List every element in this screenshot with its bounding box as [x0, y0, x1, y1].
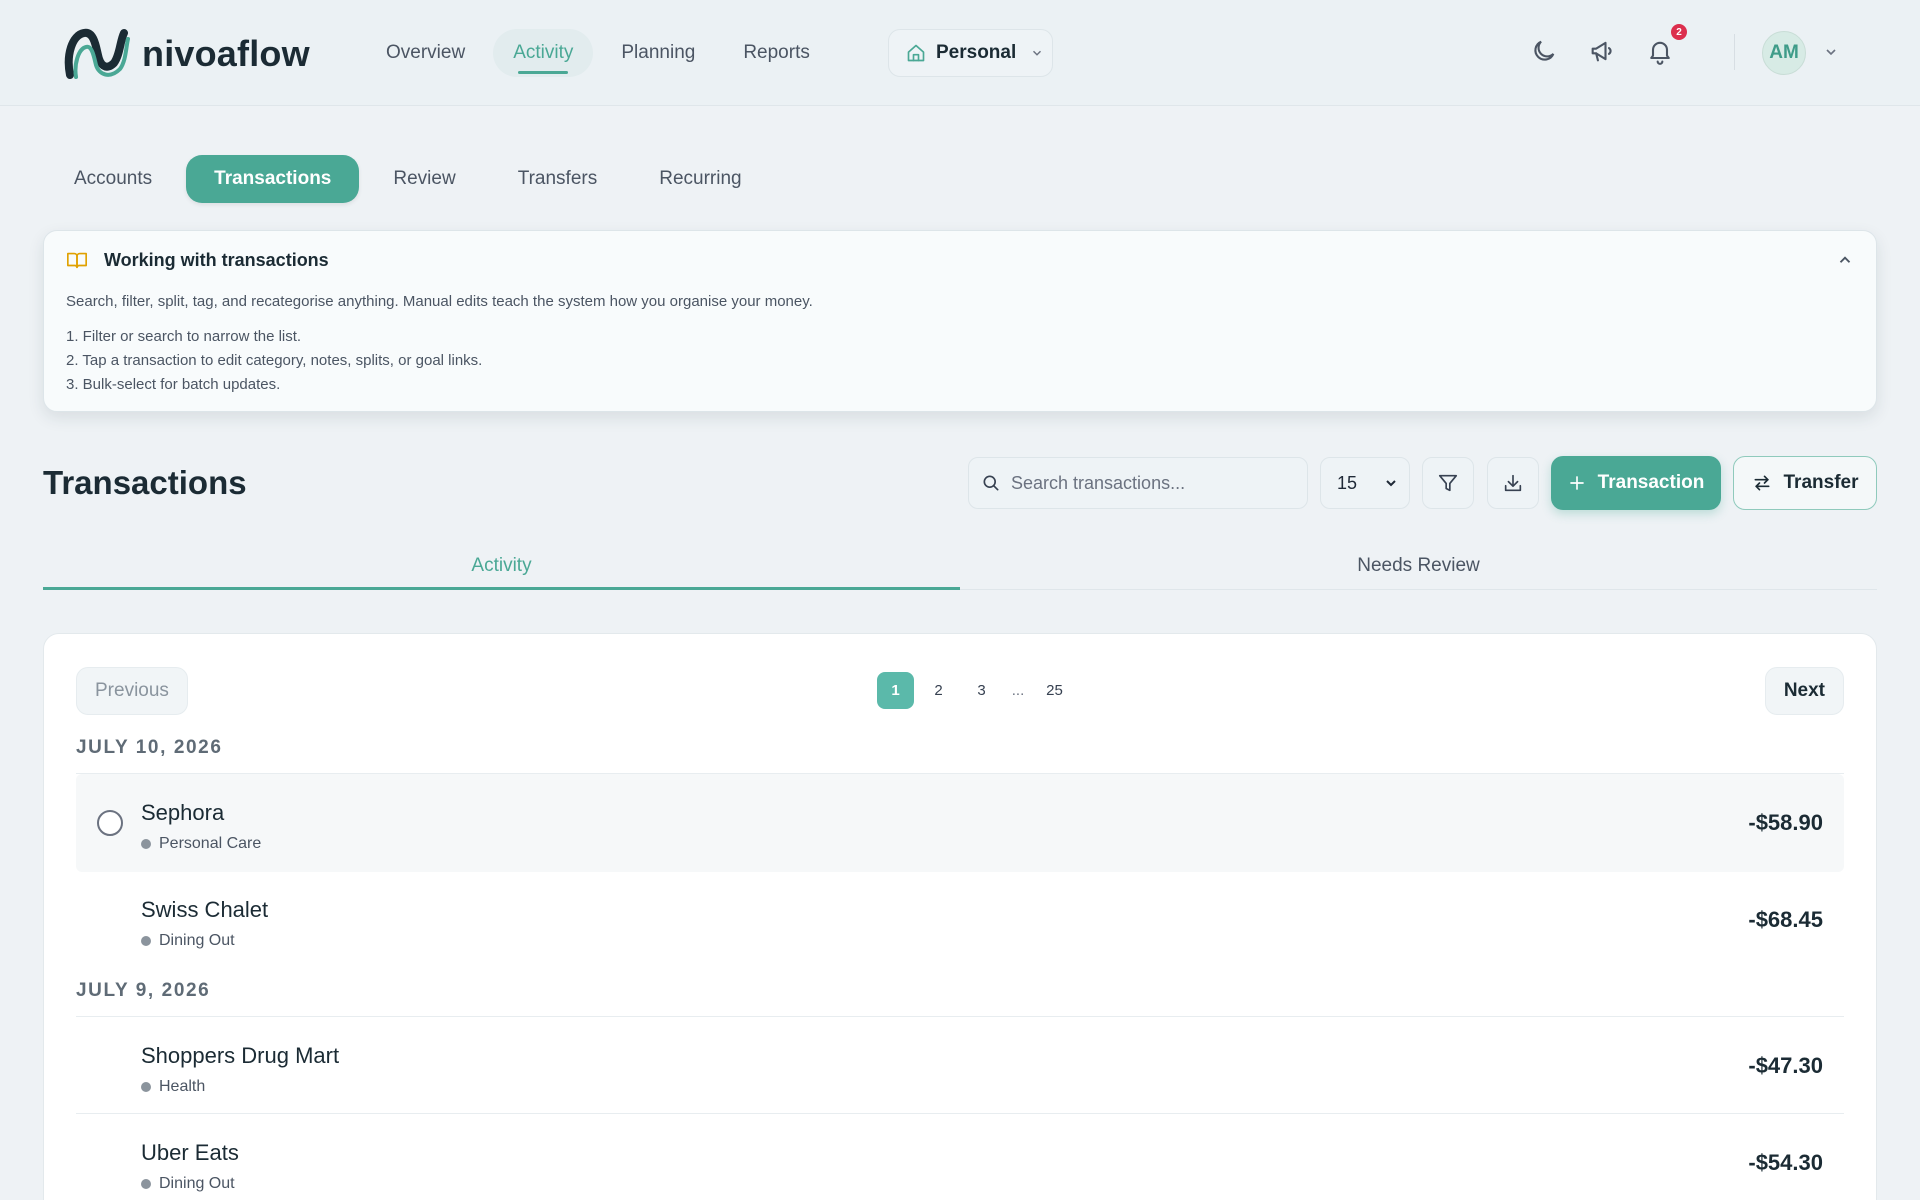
profile-switcher-label: Personal	[936, 42, 1017, 63]
theme-toggle-button[interactable]	[1530, 37, 1558, 65]
transaction-amount: -$68.45	[1748, 907, 1823, 932]
merchant-name: Sephora	[141, 800, 225, 825]
category-label: Personal Care	[141, 835, 261, 853]
search-box	[968, 457, 1308, 509]
notifications-button[interactable]: 2	[1646, 24, 1687, 65]
category-dot	[141, 936, 151, 946]
download-icon	[1504, 474, 1522, 492]
category-label: Dining Out	[141, 932, 235, 950]
page-title: Transactions	[43, 464, 247, 501]
segment-tabs: Activity Needs Review	[43, 540, 1877, 590]
transfer-label: Transfer	[1783, 472, 1859, 493]
book-open-icon	[67, 252, 87, 269]
chevron-down-icon	[1386, 480, 1396, 487]
add-transaction-button[interactable]: Transaction	[1551, 456, 1721, 510]
transactions-list: Previous 1 2 3 ... 25 Next JULY 10, 2026…	[43, 633, 1877, 1200]
header-divider	[1734, 34, 1735, 70]
tab-accounts[interactable]: Accounts	[46, 155, 180, 203]
category-label: Dining Out	[141, 1175, 235, 1193]
announcements-button[interactable]	[1588, 37, 1616, 65]
filter-button[interactable]	[1422, 457, 1474, 509]
avatar[interactable]: AM	[1762, 31, 1806, 75]
previous-page-button[interactable]: Previous	[76, 667, 188, 715]
merchant-name: Uber Eats	[141, 1140, 239, 1165]
nav-activity[interactable]: Activity	[493, 29, 594, 77]
add-transaction-label: Transaction	[1597, 472, 1705, 493]
merchant-name: Shoppers Drug Mart	[141, 1043, 340, 1068]
page-2-button[interactable]: 2	[920, 672, 957, 709]
transfer-button[interactable]: Transfer	[1733, 456, 1877, 510]
tab-recurring[interactable]: Recurring	[631, 155, 769, 203]
tab-activity[interactable]: Activity	[43, 540, 960, 590]
per-page-value: 15	[1337, 472, 1358, 493]
transaction-amount: -$58.90	[1748, 810, 1823, 835]
nav-planning[interactable]: Planning	[601, 29, 715, 77]
chevron-down-icon	[1033, 50, 1042, 56]
search-icon	[983, 475, 999, 491]
sub-tabs: Accounts Transactions Review Transfers R…	[46, 155, 770, 203]
moon-icon	[1534, 40, 1555, 61]
notification-badge: 2	[1671, 24, 1687, 40]
info-card-title: Working with transactions	[104, 249, 329, 270]
pagination-ellipsis: ...	[1011, 682, 1025, 699]
info-step: 1. Filter or search to narrow the list.	[66, 328, 302, 345]
top-bar: nivoaflow Overview Activity Planning Rep…	[0, 0, 1920, 106]
account-menu-chevron-icon[interactable]	[1823, 44, 1839, 60]
main-nav: Overview Activity Planning Reports	[366, 29, 830, 77]
brand-logo[interactable]: nivoaflow	[62, 25, 310, 83]
tab-review[interactable]: Review	[365, 155, 483, 203]
tab-transfers[interactable]: Transfers	[490, 155, 626, 203]
category-name: Dining Out	[159, 932, 235, 949]
info-card-description: Search, filter, split, tag, and recatego…	[66, 293, 813, 310]
transaction-row[interactable]: Sephora Personal Care -$58.90	[76, 774, 1844, 872]
category-dot	[141, 1179, 151, 1189]
info-step: 3. Bulk-select for batch updates.	[66, 376, 281, 393]
megaphone-icon	[1591, 41, 1612, 62]
category-name: Personal Care	[159, 835, 262, 852]
tab-needs-review[interactable]: Needs Review	[960, 540, 1877, 589]
info-card-header[interactable]: Working with transactions	[66, 249, 329, 271]
merchant-name: Swiss Chalet	[141, 897, 269, 922]
next-page-button[interactable]: Next	[1764, 667, 1844, 715]
export-button[interactable]	[1487, 457, 1539, 509]
transaction-row[interactable]: Shoppers Drug Mart Health -$47.30	[76, 1017, 1844, 1115]
per-page-select[interactable]: 15	[1320, 457, 1410, 509]
swap-arrows-icon	[1754, 475, 1769, 491]
brand-name: nivoaflow	[142, 33, 310, 74]
pagination: 1 2 3 ... 25	[877, 672, 1073, 709]
transaction-row[interactable]: Swiss Chalet Dining Out -$68.45	[76, 871, 1844, 969]
category-dot	[141, 1082, 151, 1092]
bell-icon	[1650, 41, 1670, 65]
search-input[interactable]	[1011, 472, 1281, 494]
date-group-header: JULY 9, 2026	[76, 980, 211, 1001]
profile-switcher[interactable]: Personal	[888, 29, 1053, 77]
top-actions: 2	[1530, 24, 1687, 65]
info-card: Working with transactions Search, filter…	[43, 230, 1877, 412]
brand-mark-icon	[64, 28, 130, 79]
category-dot	[141, 839, 151, 849]
page-3-button[interactable]: 3	[963, 672, 1000, 709]
chevron-up-icon[interactable]	[1836, 251, 1854, 269]
transaction-amount: -$54.30	[1748, 1150, 1823, 1175]
category-name: Dining Out	[159, 1175, 235, 1192]
date-group-header: JULY 10, 2026	[76, 737, 223, 758]
info-card-steps: 1. Filter or search to narrow the list. …	[66, 325, 482, 397]
info-step: 2. Tap a transaction to edit category, n…	[66, 352, 483, 369]
transaction-row[interactable]: Uber Eats Dining Out -$54.30	[76, 1114, 1844, 1200]
tab-transactions[interactable]: Transactions	[186, 155, 360, 203]
category-label: Health	[141, 1078, 205, 1096]
filter-icon	[1438, 474, 1458, 492]
home-icon	[907, 44, 925, 62]
nav-reports[interactable]: Reports	[723, 29, 830, 77]
nav-overview[interactable]: Overview	[366, 29, 485, 77]
category-name: Health	[159, 1078, 206, 1095]
plus-icon	[1569, 476, 1584, 490]
row-select-checkbox[interactable]	[97, 810, 123, 836]
page-1-button[interactable]: 1	[877, 672, 914, 709]
transaction-amount: -$47.30	[1748, 1053, 1823, 1078]
page-last-button[interactable]: 25	[1036, 672, 1073, 709]
